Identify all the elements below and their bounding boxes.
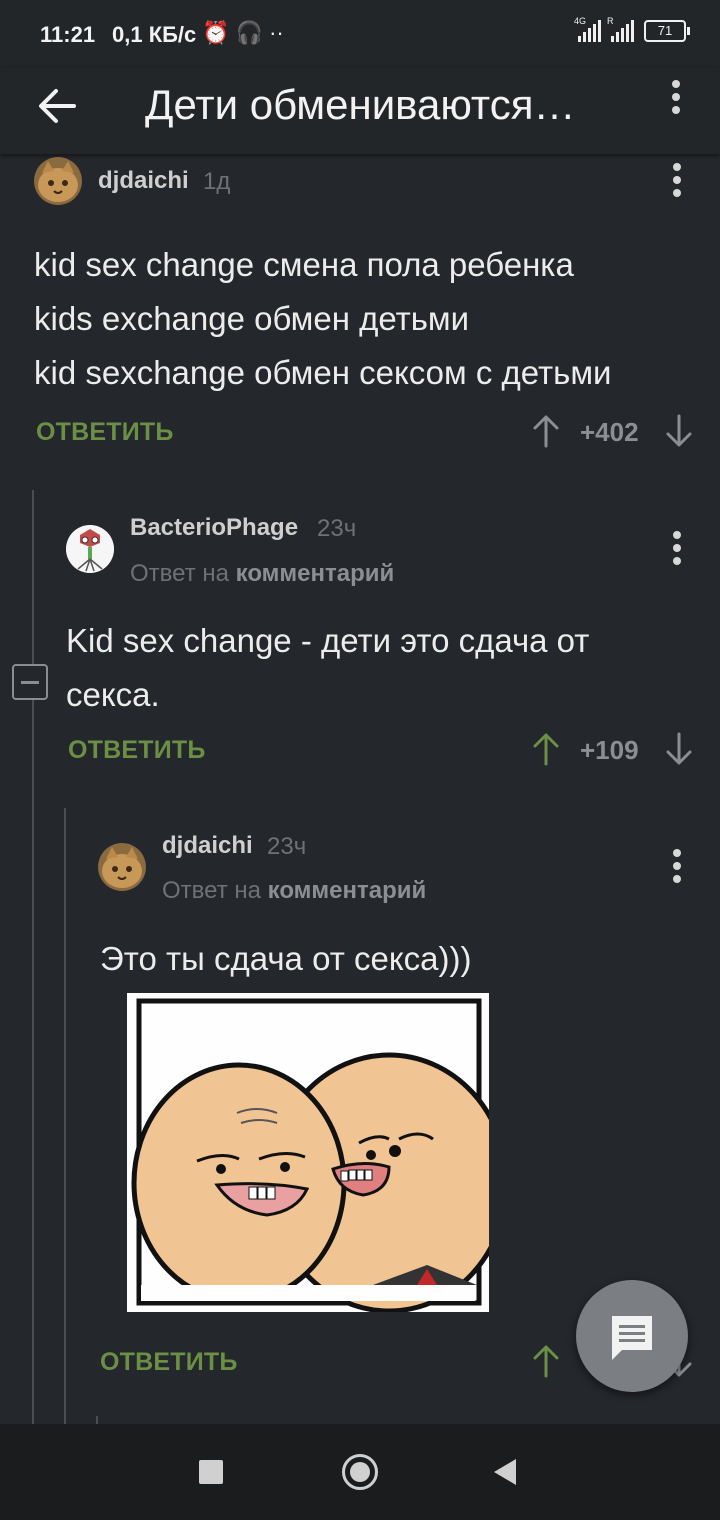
more-options-icon[interactable] — [666, 80, 686, 120]
reply-button[interactable]: ОТВЕТИТЬ — [36, 418, 174, 447]
comment-more-icon[interactable] — [667, 849, 687, 889]
comment-body: Kid sex change - дети это сдача от секса… — [66, 614, 589, 722]
comment-line: Kid sex change - дети это сдача от — [66, 622, 590, 659]
comment-body: kid sex change смена пола ребенка kids e… — [34, 238, 611, 400]
headphones-icon: 🎧 — [235, 20, 263, 45]
comment-more-icon[interactable] — [667, 531, 687, 571]
comment-body: Это ты сдача от секса))) — [100, 932, 471, 986]
app-bar: Дети обмениваются… — [0, 68, 720, 154]
thread-line-level-2[interactable] — [64, 808, 66, 1424]
comment-author[interactable]: BacterioPhage — [130, 514, 298, 542]
comment-more-icon[interactable] — [667, 163, 687, 203]
comment-score: +109 — [580, 735, 639, 765]
comment-line: Это ты сдача от секса))) — [100, 940, 472, 977]
bacteriophage-avatar-icon — [66, 525, 114, 573]
thread-line-level-1[interactable] — [32, 490, 34, 1424]
write-comment-button[interactable] — [576, 1280, 688, 1392]
reply-to-prefix: Ответ на — [130, 560, 229, 587]
signal-roaming-icon: R — [607, 16, 634, 42]
status-icons: ⏰ 🎧 ·· — [202, 20, 284, 46]
reply-to-prefix: Ответ на — [162, 877, 261, 904]
comment-score: +402 — [580, 417, 639, 447]
meme-picture — [127, 993, 510, 1314]
reply-to-label: Ответ на комментарий — [130, 560, 394, 588]
vote-up-arrow-icon[interactable] — [531, 731, 561, 767]
cat-avatar-icon — [98, 843, 146, 891]
avatar[interactable] — [98, 843, 146, 891]
comment-image[interactable] — [127, 993, 510, 1314]
battery-icon: 71 — [644, 20, 690, 42]
vote-down-arrow-icon[interactable] — [664, 413, 694, 449]
reply-to-label: Ответ на комментарий — [162, 877, 426, 905]
battery-level: 71 — [657, 23, 673, 38]
status-right-icons: 4G R 71 — [574, 16, 690, 42]
recents-icon[interactable] — [199, 1460, 223, 1484]
alarm-icon: ⏰ — [202, 20, 230, 45]
signal-tag: R — [607, 16, 614, 26]
page-title: Дети обмениваются… — [145, 81, 576, 128]
comment-author[interactable]: djdaichi — [162, 832, 253, 860]
avatar[interactable] — [34, 157, 82, 205]
comment-time: 1д — [203, 168, 231, 195]
home-icon[interactable] — [342, 1454, 378, 1490]
signal-tag: 4G — [574, 16, 587, 26]
comment-line: секса. — [66, 676, 160, 713]
status-time: 11:21 — [40, 22, 96, 47]
comment-author[interactable]: djdaichi — [98, 167, 189, 195]
comment-line: kids exchange обмен детьми — [34, 300, 470, 337]
status-bar: 11:21 0,1 КБ/с ⏰ 🎧 ·· 4G R 71 — [0, 0, 720, 68]
notification-dots-icon: ·· — [269, 20, 284, 45]
vote-down-arrow-icon[interactable] — [664, 731, 694, 767]
status-net-speed: 0,1 КБ/с — [112, 22, 197, 47]
comment-line: kid sexchange обмен сексом с детьми — [34, 354, 612, 391]
collapse-thread-button[interactable] — [12, 664, 48, 700]
comment-icon — [612, 1316, 652, 1360]
comment-time: 23ч — [317, 515, 357, 542]
avatar[interactable] — [66, 525, 114, 573]
back-arrow-icon[interactable] — [30, 78, 86, 134]
vote-up-arrow-icon[interactable] — [531, 413, 561, 449]
comment-time: 23ч — [267, 833, 307, 860]
reply-button[interactable]: ОТВЕТИТЬ — [100, 1348, 238, 1377]
reply-to-link[interactable]: комментарий — [236, 560, 395, 587]
vote-up-arrow-icon[interactable] — [531, 1343, 561, 1379]
comment-line: kid sex change смена пола ребенка — [34, 246, 574, 283]
signal-icon: 4G — [574, 16, 601, 42]
reply-button[interactable]: ОТВЕТИТЬ — [68, 736, 206, 765]
cat-avatar-icon — [34, 157, 82, 205]
system-back-icon[interactable] — [494, 1459, 516, 1485]
reply-to-link[interactable]: комментарий — [268, 877, 427, 904]
thread-line-level-3[interactable] — [96, 1416, 98, 1424]
